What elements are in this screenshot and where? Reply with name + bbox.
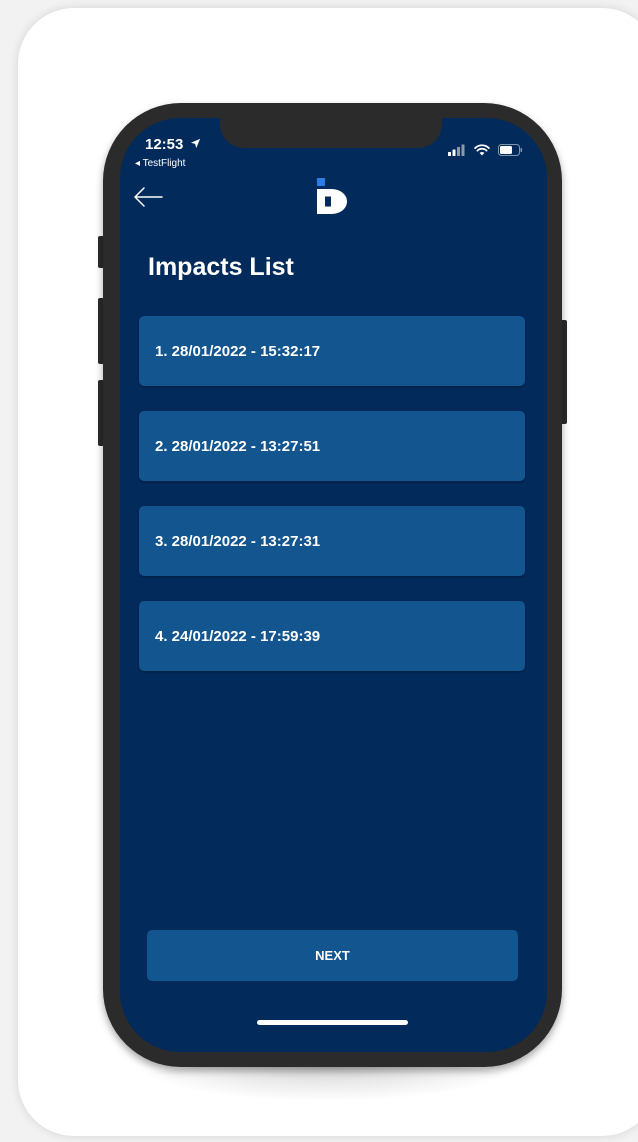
wifi-icon <box>473 144 490 156</box>
page-title: Impacts List <box>148 253 294 281</box>
battery-icon <box>498 144 523 156</box>
app-logo-icon <box>317 178 347 214</box>
back-to-testflight[interactable]: ◂ TestFlight <box>135 158 185 169</box>
next-button[interactable]: NEXT <box>147 930 518 981</box>
status-time-text: 12:53 <box>145 136 184 153</box>
impact-item-3[interactable]: 3. 28/01/2022 - 13:27:31 <box>139 506 525 576</box>
impact-item-2[interactable]: 2. 28/01/2022 - 13:27:51 <box>139 411 525 481</box>
status-time: 12:53 <box>145 136 201 153</box>
impact-item-1[interactable]: 1. 28/01/2022 - 15:32:17 <box>139 316 525 386</box>
location-arrow-icon <box>190 138 200 149</box>
phone-screen: 12:53 ◂ TestFlight Impacts List 1. 28/01… <box>120 118 547 1052</box>
phone-reflection <box>130 1062 522 1102</box>
phone-notch <box>220 118 442 148</box>
arrow-left-icon[interactable] <box>132 182 164 212</box>
impact-item-4[interactable]: 4. 24/01/2022 - 17:59:39 <box>139 601 525 671</box>
status-icons <box>448 143 523 156</box>
home-indicator[interactable] <box>257 1020 408 1025</box>
cellular-signal-icon <box>448 144 465 156</box>
